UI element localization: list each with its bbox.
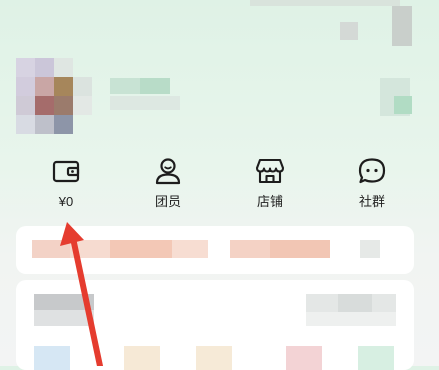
annotation-arrow: [60, 222, 103, 366]
